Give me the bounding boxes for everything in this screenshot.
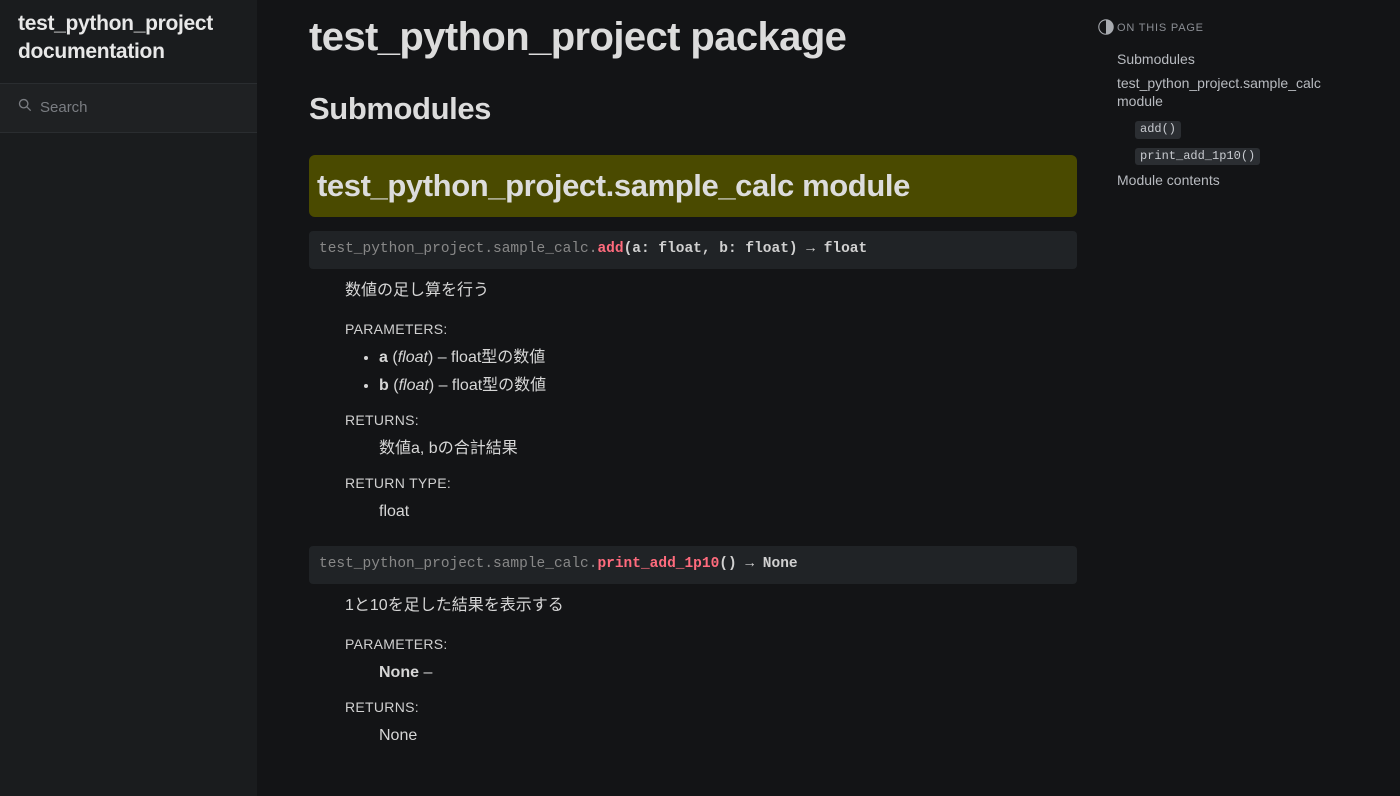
func-desc: 数値の足し算を行う	[345, 279, 1077, 303]
params-body: a (float) – float型の数値 b (float) – float型…	[379, 346, 1077, 398]
toc-heading: On this page	[1117, 20, 1335, 37]
returns-label: RETURNS:	[345, 410, 1077, 431]
signature-add: test_python_project.sample_calc.add(a: f…	[309, 231, 1077, 269]
signature-print-add-1p10: test_python_project.sample_calc.print_ad…	[309, 546, 1077, 584]
rtype-body: float	[379, 500, 1077, 524]
search-input[interactable]	[40, 99, 239, 116]
sig-prefix: test_python_project.sample_calc.	[319, 556, 597, 572]
search-icon	[18, 96, 32, 120]
rtype-label: RETURN TYPE:	[345, 473, 1077, 494]
sig-name: print_add_1p10	[597, 556, 719, 572]
heading-submodules: Submodules	[309, 86, 1077, 133]
sig-prefix: test_python_project.sample_calc.	[319, 241, 597, 257]
sidebar-left: test_python_project documentation	[0, 0, 257, 796]
toc-link-print-add-1p10[interactable]: print_add_1p10()	[1135, 142, 1335, 169]
toc-link-submodules[interactable]: Submodules	[1117, 47, 1335, 71]
param-item-a: a (float) – float型の数値	[379, 346, 1077, 370]
func-desc: 1と10を足した結果を表示する	[345, 594, 1077, 618]
toc-link-module[interactable]: test_python_project.sample_calc module	[1117, 71, 1335, 113]
params-label: PARAMETERS:	[345, 634, 1077, 655]
sig-args: () → None	[719, 556, 797, 572]
params-body: None –	[379, 661, 1077, 685]
sig-name: add	[597, 241, 623, 257]
doc-title-link[interactable]: test_python_project documentation	[0, 0, 257, 73]
theme-toggle-button[interactable]	[1097, 18, 1117, 38]
returns-body: 数値a, bの合計結果	[379, 437, 1077, 461]
toc-link-add[interactable]: add()	[1135, 115, 1335, 142]
params-label: PARAMETERS:	[345, 319, 1077, 340]
param-item-b: b (float) – float型の数値	[379, 374, 1077, 398]
returns-body: None	[379, 724, 1077, 748]
heading-module: test_python_project.sample_calc module	[309, 155, 1077, 218]
page-title: test_python_project package	[309, 14, 1077, 60]
returns-label: RETURNS:	[345, 697, 1077, 718]
search-container	[0, 83, 257, 133]
main-content: test_python_project package Submodules t…	[257, 0, 1117, 796]
sidebar-right-toc: On this page Submodules test_python_proj…	[1117, 0, 1347, 796]
toc-link-module-contents[interactable]: Module contents	[1117, 168, 1335, 192]
sig-args: (a: float, b: float) → float	[624, 241, 868, 257]
